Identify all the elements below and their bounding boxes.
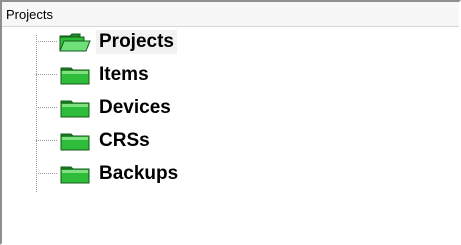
tree-branch-line (36, 41, 57, 42)
tree-node-label: Projects (96, 30, 177, 54)
tree-branch-line (36, 74, 57, 75)
tree-node-devices[interactable]: Devices (36, 93, 456, 123)
tree-node-label: Backups (99, 163, 179, 184)
column-header-label: Projects (6, 7, 53, 22)
folder-icon (58, 65, 92, 85)
project-tree: Projects Items Devices CRSs Backups (2, 27, 459, 241)
folder-icon (58, 131, 92, 151)
folder-icon (58, 98, 92, 118)
tree-node-label: Items (99, 64, 149, 85)
tree-node-items[interactable]: Items (36, 60, 456, 90)
projects-panel: Projects Projects Items Devices CRSs Bac… (0, 0, 461, 245)
tree-node-label: Devices (99, 97, 171, 118)
folder-icon (58, 164, 92, 184)
tree-node-crss[interactable]: CRSs (36, 126, 456, 156)
tree-node-label: CRSs (99, 130, 150, 151)
open-folder-icon (58, 32, 92, 52)
tree-node-projects[interactable]: Projects (36, 27, 456, 57)
tree-node-backups[interactable]: Backups (36, 159, 456, 189)
tree-branch-line (36, 173, 57, 174)
column-header[interactable]: Projects (2, 2, 459, 27)
tree-branch-line (36, 107, 57, 108)
tree-branch-line (36, 140, 57, 141)
